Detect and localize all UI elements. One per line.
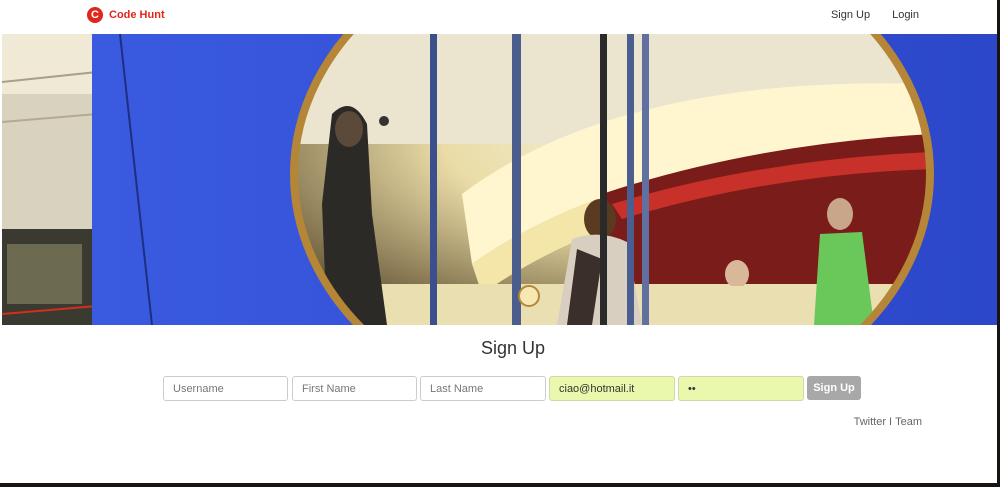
hero-photo bbox=[2, 34, 997, 325]
brand-link[interactable]: C Code Hunt bbox=[87, 7, 165, 23]
password-input[interactable] bbox=[678, 376, 804, 401]
username-input[interactable] bbox=[163, 376, 288, 401]
first-name-input[interactable] bbox=[292, 376, 417, 401]
email-input[interactable] bbox=[549, 376, 675, 401]
signup-submit-button[interactable]: Sign Up bbox=[807, 376, 861, 400]
nav-login-link[interactable]: Login bbox=[892, 9, 919, 21]
nav-links: Sign Up Login bbox=[831, 9, 919, 21]
footer-links: Twitter I Team bbox=[854, 416, 922, 428]
footer-team-link[interactable]: Team bbox=[895, 416, 922, 428]
brand-logo-icon: C bbox=[87, 7, 103, 23]
footer-twitter-link[interactable]: Twitter bbox=[854, 416, 886, 428]
last-name-input[interactable] bbox=[420, 376, 546, 401]
brand-name: Code Hunt bbox=[109, 9, 165, 21]
browser-window: C Code Hunt Sign Up Login Sign Up Userna… bbox=[0, 0, 997, 483]
nav-signup-link[interactable]: Sign Up bbox=[831, 9, 870, 21]
hero-image bbox=[2, 34, 997, 325]
signup-title: Sign Up bbox=[480, 338, 546, 358]
footer-separator: I bbox=[889, 416, 893, 428]
navbar: C Code Hunt Sign Up Login bbox=[0, 0, 997, 33]
